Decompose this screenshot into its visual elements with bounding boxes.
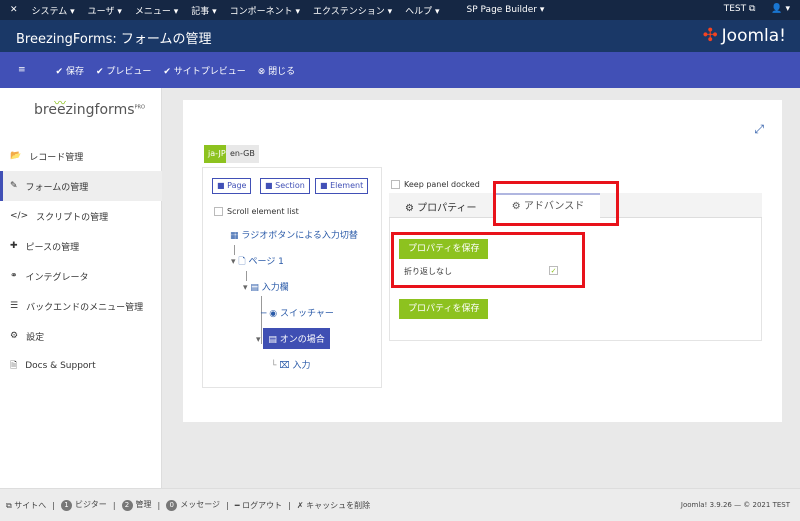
sidebar-item-label: バックエンドのメニュー管理 bbox=[26, 302, 144, 313]
sidebar-item-label: フォームの管理 bbox=[25, 182, 89, 193]
tree-node-section[interactable]: ▾ ▤ 入力欄 bbox=[243, 280, 289, 293]
visitors-link[interactable]: 1 ビジター bbox=[60, 499, 107, 511]
menu-menus[interactable]: メニュー ▾ bbox=[135, 4, 178, 17]
page-header: BreezingForms: フォームの管理 ✣ Joomla! bbox=[0, 20, 800, 52]
edit-icon: ✎ bbox=[10, 181, 18, 191]
form-editor-card: ⤢ ja-JP en-GB ■ Page ■ Section ■ Element… bbox=[183, 100, 782, 422]
menu-sp-page-builder[interactable]: SP Page Builder ▾ bbox=[467, 5, 545, 15]
tree-node-on-case[interactable]: ▾ ▤ オンの場合 bbox=[256, 328, 330, 349]
joomla-logo: ✣ Joomla! bbox=[702, 25, 786, 46]
link-icon: ⚭ bbox=[10, 271, 18, 281]
top-menu-bar: ✕ システム ▾ ユーザ ▾ メニュー ▾ 記事 ▾ コンポーネント ▾ エクス… bbox=[0, 0, 800, 20]
page-title: BreezingForms: フォームの管理 bbox=[16, 32, 212, 47]
user-menu[interactable]: 👤 ▾ bbox=[771, 4, 790, 14]
element-tree-panel: ■ Page ■ Section ■ Element Scroll elemen… bbox=[202, 167, 382, 388]
sidebar-item-pieces[interactable]: ✚ ピースの管理 bbox=[0, 231, 162, 261]
code-icon: </> bbox=[10, 211, 29, 221]
sidebar-item-integrator[interactable]: ⚭ インテグレータ bbox=[0, 261, 162, 291]
site-preview-button[interactable]: ✔ サイトプレビュー bbox=[163, 64, 245, 77]
toolbar: ≡ ✔ 保存 ✔ プレビュー ✔ サイトプレビュー ⊗ 閉じる bbox=[0, 52, 800, 88]
sidebar-item-scripts[interactable]: </> スクリプトの管理 bbox=[0, 201, 162, 231]
folder-icon: 📂 bbox=[10, 151, 22, 161]
save-button[interactable]: ✔ 保存 bbox=[56, 64, 84, 77]
tree-node-page[interactable]: ▾ 🗋 ページ 1 bbox=[231, 254, 284, 270]
messages-link[interactable]: 0 メッセージ bbox=[166, 499, 220, 511]
sidebar-item-forms[interactable]: ✎ フォームの管理 bbox=[0, 171, 162, 201]
admins-link[interactable]: 2 管理 bbox=[121, 499, 152, 511]
tree-node-form[interactable]: ▦ ラジオボタンによる入力切替 bbox=[230, 228, 358, 241]
status-bar: ⧉ サイトへ | 1 ビジター | 2 管理 | 0 メッセージ | ━ ログアウト … bbox=[0, 488, 800, 521]
tree-node-switcher[interactable]: ─ ◉ スイッチャー bbox=[261, 306, 334, 319]
sidebar-item-settings[interactable]: ⚙ 設定 bbox=[0, 321, 162, 351]
menu-toggle-button[interactable]: ≡ bbox=[18, 65, 26, 75]
sidebar-item-backend-menu[interactable]: ☰ バックエンドのメニュー管理 bbox=[0, 291, 162, 321]
add-page-button[interactable]: ■ Page bbox=[212, 178, 252, 194]
preview-button[interactable]: ✔ プレビュー bbox=[96, 64, 151, 77]
sidebar-item-records[interactable]: 📂 レコード管理 bbox=[0, 141, 162, 171]
sidebar-item-label: スクリプトの管理 bbox=[36, 212, 109, 223]
breezingforms-logo: 〰 breezingformsPRO bbox=[34, 96, 145, 118]
sidebar-item-label: Docs & Support bbox=[25, 361, 96, 371]
close-button[interactable]: ⊗ 閉じる bbox=[258, 64, 295, 77]
logout-link[interactable]: ━ ログアウト bbox=[235, 500, 282, 511]
expand-icon[interactable]: ⤢ bbox=[754, 122, 764, 137]
highlight-box-content bbox=[391, 232, 585, 288]
view-site-link[interactable]: ⧉ サイトへ bbox=[6, 500, 46, 511]
sidebar-item-docs[interactable]: 🗎 Docs & Support bbox=[0, 351, 162, 381]
puzzle-icon: ✚ bbox=[10, 241, 18, 251]
sidebar-item-label: ピースの管理 bbox=[25, 242, 80, 253]
sidebar-item-label: レコード管理 bbox=[29, 152, 84, 163]
gear-icon: ⚙ bbox=[10, 331, 19, 341]
save-properties-button-2[interactable]: プロパティを保存 bbox=[399, 299, 489, 319]
sidebar-item-label: インテグレータ bbox=[25, 272, 89, 283]
scroll-element-list-checkbox[interactable]: Scroll element list bbox=[214, 207, 299, 216]
site-link[interactable]: TEST ⧉ bbox=[724, 4, 756, 14]
document-icon: 🗎 bbox=[10, 361, 18, 371]
sidebar-item-label: 設定 bbox=[26, 332, 45, 343]
menu-content[interactable]: 記事 ▾ bbox=[191, 4, 216, 17]
menu-users[interactable]: ユーザ ▾ bbox=[88, 4, 122, 17]
tree-node-input[interactable]: └ ⌧ 入力 bbox=[271, 358, 311, 371]
list-icon: ☰ bbox=[10, 301, 19, 311]
tab-properties[interactable]: ⚙ プロパティー bbox=[405, 199, 477, 214]
clear-cache-link[interactable]: ✗ キャッシュを削除 bbox=[297, 500, 370, 511]
sidebar: 〰 breezingformsPRO 📂 レコード管理 ✎ フォームの管理 </> スク… bbox=[0, 88, 162, 488]
joomla-icon[interactable]: ✕ bbox=[10, 5, 18, 15]
menu-extensions[interactable]: エクステンション ▾ bbox=[313, 4, 392, 17]
menu-system[interactable]: システム ▾ bbox=[32, 4, 75, 17]
menu-help[interactable]: ヘルプ ▾ bbox=[405, 4, 439, 17]
tab-lang-en[interactable]: en-GB bbox=[226, 145, 259, 163]
highlight-box-tab bbox=[493, 181, 619, 226]
menu-components[interactable]: コンポーネント ▾ bbox=[230, 4, 300, 17]
version-text: Joomla! 3.9.26 — © 2021 TEST bbox=[680, 501, 790, 509]
add-element-button[interactable]: ■ Element bbox=[315, 178, 369, 194]
add-section-button[interactable]: ■ Section bbox=[260, 178, 310, 194]
keep-panel-docked-checkbox[interactable]: Keep panel docked bbox=[391, 180, 480, 189]
